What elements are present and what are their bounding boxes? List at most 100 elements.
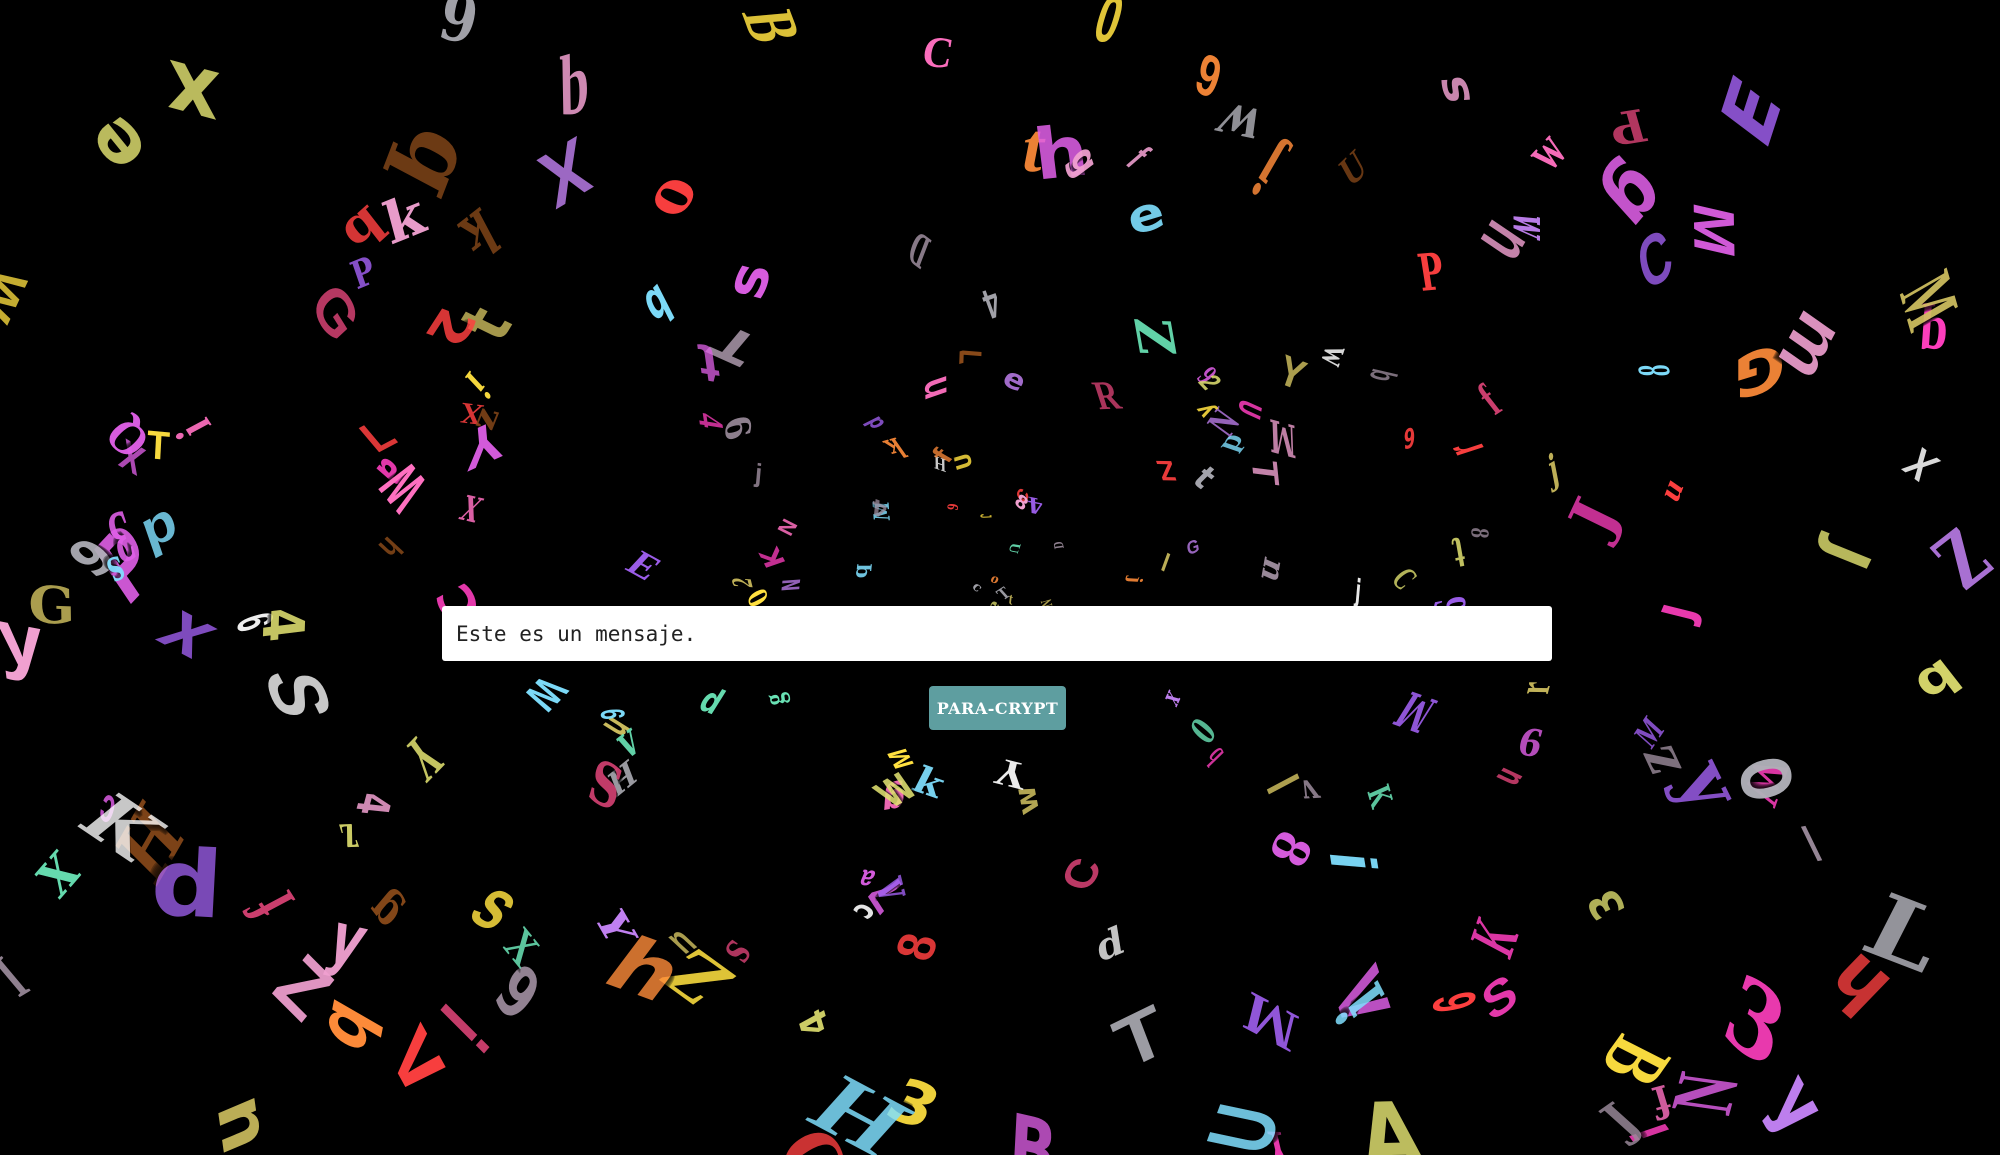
floating-letter-glyph: P bbox=[1602, 98, 1653, 155]
floating-letter-glyph: K bbox=[754, 543, 793, 572]
floating-letter-glyph: t bbox=[1184, 459, 1224, 497]
floating-letter-glyph: i bbox=[165, 410, 223, 448]
floating-letter-glyph: u bbox=[1482, 760, 1532, 791]
floating-letter-glyph: e bbox=[997, 360, 1033, 399]
floating-letter-glyph: P bbox=[1414, 242, 1449, 304]
floating-letter-glyph: G bbox=[1185, 534, 1201, 560]
floating-letter-glyph: d bbox=[1093, 916, 1127, 972]
floating-letter-glyph: 3 bbox=[1712, 950, 1798, 1094]
floating-letter-glyph: B bbox=[1006, 1094, 1060, 1155]
floating-letter-glyph: u bbox=[916, 369, 961, 405]
floating-letter-glyph: W bbox=[0, 260, 37, 331]
floating-letter-glyph: w bbox=[1311, 342, 1363, 373]
floating-letter-glyph: u bbox=[1652, 469, 1690, 509]
floating-letter-glyph: j bbox=[1122, 575, 1148, 584]
floating-letter-glyph: 9 bbox=[432, 0, 485, 60]
floating-letter-glyph: g bbox=[758, 690, 792, 709]
floating-letter-glyph: N bbox=[775, 577, 805, 593]
floating-letter-glyph: M bbox=[1238, 978, 1303, 1066]
floating-letter-glyph: S bbox=[581, 745, 630, 826]
floating-letter-glyph: 2 bbox=[726, 576, 760, 589]
floating-letter-glyph: k bbox=[878, 431, 913, 465]
floating-letter-glyph: C bbox=[1051, 852, 1113, 897]
floating-letter-glyph: 3 bbox=[1577, 880, 1637, 928]
floating-letter-glyph: b bbox=[1361, 365, 1405, 386]
floating-letter-glyph: 4 bbox=[248, 603, 317, 646]
floating-letters-background: wCZNte6Be6LYnyIuJ4g4ojWRuHW6EY9YGbSgUAkz… bbox=[0, 0, 2000, 1155]
floating-letter-glyph: M bbox=[1385, 679, 1447, 743]
floating-letter-glyph: 0 bbox=[1085, 0, 1132, 58]
floating-letter-glyph: 6 bbox=[1512, 719, 1549, 767]
floating-letter-glyph: 9 bbox=[1188, 38, 1229, 113]
floating-letter-glyph: f bbox=[1467, 374, 1511, 425]
floating-letter-glyph: q bbox=[1900, 642, 1968, 710]
floating-letter-glyph: j bbox=[1353, 572, 1363, 611]
letter-cloud-scene: wCZNte6Be6LYnyIuJ4g4ojWRuHW6EY9YGbSgUAkz… bbox=[0, 0, 2000, 1155]
floating-letter-glyph: h bbox=[371, 530, 410, 566]
floating-letter-glyph: E bbox=[617, 543, 670, 589]
floating-letter-glyph: w bbox=[1201, 90, 1274, 164]
floating-letter-glyph: Y bbox=[393, 719, 454, 795]
floating-letter-glyph: 8 bbox=[1256, 821, 1326, 877]
floating-letter-glyph: B bbox=[1581, 1023, 1690, 1100]
floating-letter-glyph: 4 bbox=[976, 278, 1007, 328]
floating-letter-glyph: r bbox=[1507, 681, 1562, 695]
floating-letter-glyph: M bbox=[1680, 197, 1747, 263]
floating-letter-glyph: c bbox=[968, 579, 986, 596]
floating-letter-glyph: s bbox=[711, 255, 785, 306]
floating-letter-glyph: f bbox=[1117, 139, 1159, 176]
floating-letter-glyph: U bbox=[1004, 541, 1023, 555]
floating-letter-glyph: D bbox=[903, 220, 937, 278]
floating-letter-glyph: Z bbox=[1121, 316, 1188, 357]
floating-letter-glyph: S bbox=[246, 671, 351, 718]
floating-letter-glyph: e bbox=[68, 101, 164, 189]
floating-letter-glyph: L bbox=[1847, 873, 1962, 993]
floating-letter-glyph: k bbox=[450, 192, 508, 274]
floating-letter-glyph: v bbox=[1293, 771, 1327, 812]
floating-letter-glyph: X bbox=[454, 486, 489, 529]
floating-letter-glyph: o bbox=[634, 166, 724, 232]
floating-letter-glyph: A bbox=[1349, 1083, 1433, 1155]
floating-letter-glyph: 4 bbox=[870, 492, 889, 524]
floating-letter-glyph: j bbox=[753, 457, 764, 489]
floating-letter-glyph: B bbox=[724, 6, 817, 46]
floating-letter-glyph: n bbox=[1253, 551, 1292, 590]
floating-letter-glyph: y bbox=[1757, 1052, 1839, 1155]
floating-letter-glyph: j bbox=[1242, 131, 1293, 209]
floating-letter-glyph: s bbox=[1423, 74, 1483, 105]
floating-letter-glyph: M bbox=[1268, 407, 1297, 467]
floating-letter-glyph: X bbox=[26, 838, 89, 909]
floating-letter-glyph: I bbox=[0, 942, 42, 1010]
floating-letter-glyph: e bbox=[1121, 183, 1171, 247]
floating-letter-glyph: J bbox=[1808, 532, 1886, 579]
floating-letter-glyph: R bbox=[1087, 371, 1126, 419]
floating-letter-glyph: C bbox=[1383, 560, 1426, 597]
para-crypt-button[interactable]: PARA-CRYPT bbox=[929, 686, 1066, 730]
floating-letter-glyph: 6 bbox=[1419, 986, 1490, 1018]
floating-letter-glyph: i bbox=[1314, 848, 1390, 875]
floating-letter-glyph: l bbox=[1158, 546, 1174, 576]
floating-letter-glyph: x bbox=[164, 39, 222, 153]
floating-letter-glyph: r bbox=[1434, 435, 1496, 464]
floating-letter-glyph: Z bbox=[1917, 514, 2000, 606]
floating-letter-glyph: 9 bbox=[944, 502, 963, 512]
floating-letter-glyph: C bbox=[918, 27, 958, 78]
floating-letter-glyph: z bbox=[333, 813, 369, 869]
floating-letter-glyph: 8 bbox=[1626, 364, 1681, 377]
floating-letter-glyph: 9 bbox=[1403, 422, 1416, 457]
floating-letter-glyph: Z bbox=[1153, 454, 1181, 487]
floating-letter-glyph: K bbox=[1457, 906, 1533, 968]
floating-letter-glyph: 8 bbox=[1465, 526, 1495, 540]
floating-letter-glyph: J bbox=[976, 513, 994, 519]
floating-letter-glyph: q bbox=[847, 563, 873, 579]
floating-letter-glyph: b bbox=[636, 270, 680, 340]
floating-letter-glyph: Y bbox=[1272, 345, 1312, 400]
floating-letter-glyph: 0 bbox=[1181, 708, 1224, 753]
floating-letter-glyph: X bbox=[1893, 439, 1949, 490]
floating-letter-glyph: p bbox=[690, 683, 730, 726]
floating-letter-glyph: 7 bbox=[953, 341, 990, 367]
floating-letter-glyph: j bbox=[1545, 444, 1562, 494]
floating-letter-glyph: x bbox=[1159, 684, 1189, 715]
message-input[interactable] bbox=[442, 606, 1552, 661]
floating-letter-glyph: J bbox=[1556, 488, 1632, 546]
